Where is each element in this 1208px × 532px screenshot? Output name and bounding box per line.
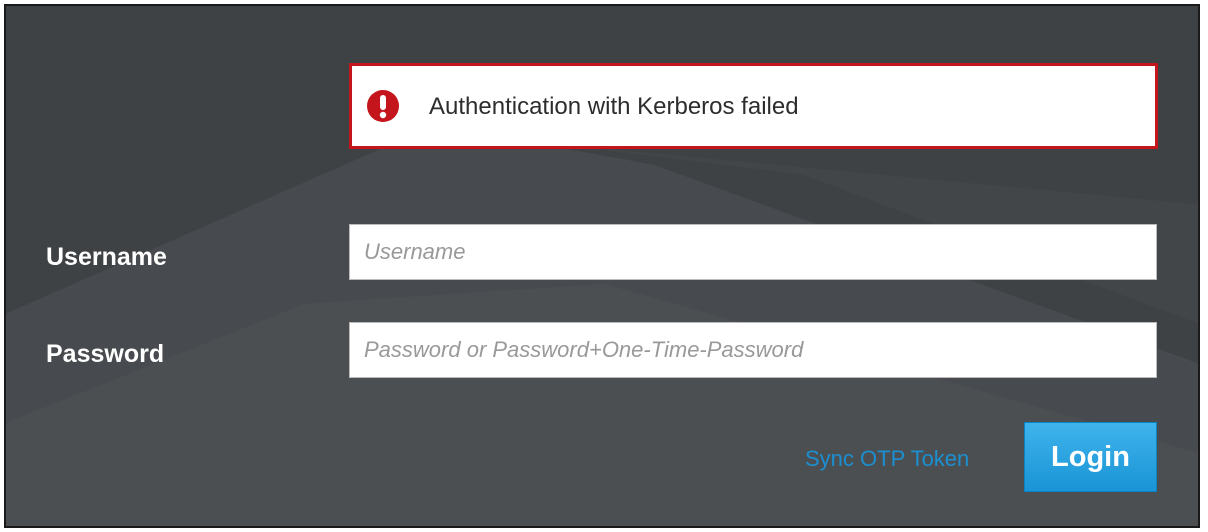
username-input[interactable] <box>349 224 1157 280</box>
sync-otp-token-link[interactable]: Sync OTP Token <box>805 446 969 472</box>
exclamation-circle-icon <box>367 90 399 122</box>
error-alert: Authentication with Kerberos failed <box>349 63 1158 149</box>
password-label: Password <box>46 340 165 368</box>
login-button[interactable]: Login <box>1024 422 1157 492</box>
username-label: Username <box>46 243 167 271</box>
login-panel: Authentication with Kerberos failed User… <box>4 4 1200 528</box>
password-input[interactable] <box>349 322 1157 378</box>
error-message: Authentication with Kerberos failed <box>429 93 799 120</box>
